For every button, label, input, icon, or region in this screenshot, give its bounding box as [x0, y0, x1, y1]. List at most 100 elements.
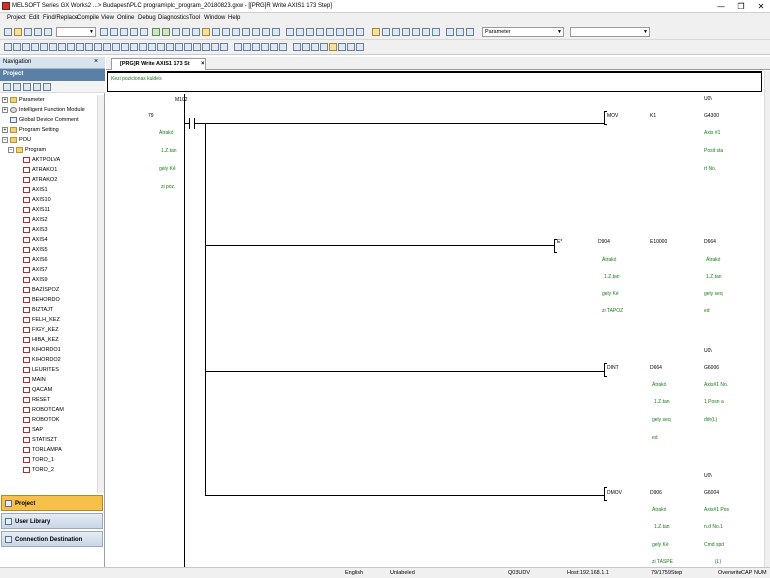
- menu-debug[interactable]: Debug: [138, 15, 156, 21]
- comment-icon[interactable]: [336, 28, 344, 36]
- tree-open-icon[interactable]: [13, 83, 21, 91]
- tree-copy-icon[interactable]: [23, 83, 31, 91]
- invert-icon[interactable]: [130, 43, 138, 51]
- find-instruction-icon[interactable]: [316, 28, 324, 36]
- tree-new-icon[interactable]: [3, 83, 11, 91]
- collapse-icon[interactable]: −: [2, 137, 8, 143]
- output-icon[interactable]: [392, 28, 400, 36]
- collapse-icon[interactable]: −: [8, 147, 14, 153]
- intelligent-icon[interactable]: [432, 28, 440, 36]
- device-use-icon[interactable]: [412, 28, 420, 36]
- rising-pulse-icon[interactable]: [94, 43, 102, 51]
- new-icon[interactable]: [4, 28, 12, 36]
- restore-button[interactable]: ❐: [734, 1, 748, 12]
- vertical-line-icon[interactable]: [67, 43, 75, 51]
- menu-online[interactable]: Online: [117, 15, 134, 21]
- menu-compile[interactable]: Compile: [77, 15, 99, 21]
- jump-icon[interactable]: [347, 43, 355, 51]
- device-list-icon[interactable]: [272, 28, 280, 36]
- element-list-icon[interactable]: [382, 28, 390, 36]
- monitor-icon[interactable]: [202, 28, 210, 36]
- cut-icon[interactable]: [100, 28, 108, 36]
- read-mode-icon[interactable]: [252, 43, 260, 51]
- delete-vertical-icon[interactable]: [85, 43, 93, 51]
- instr2-s2[interactable]: E10000: [650, 239, 667, 245]
- close-contact-icon[interactable]: [22, 43, 30, 51]
- toolbar-combo-left[interactable]: ▼: [56, 27, 96, 37]
- close-button[interactable]: ✕: [754, 1, 768, 12]
- ladder-editor[interactable]: Kezi pozicionas kuldes 79 M102 Átrakó 1.…: [106, 71, 764, 567]
- search-icon[interactable]: [338, 43, 346, 51]
- menu-view[interactable]: View: [101, 15, 114, 21]
- highlight-icon[interactable]: [329, 43, 337, 51]
- print-icon[interactable]: [34, 28, 42, 36]
- preview-icon[interactable]: [44, 28, 52, 36]
- monitor-mode-icon[interactable]: [270, 43, 278, 51]
- tree-collapse-icon[interactable]: [43, 83, 51, 91]
- nav-tab-connection-destination[interactable]: Connection Destination: [1, 531, 103, 547]
- compile-icon[interactable]: [152, 28, 160, 36]
- menu-find-replace[interactable]: Find/Replace: [43, 15, 78, 21]
- instr3-src[interactable]: D664: [650, 365, 662, 371]
- watch-icon[interactable]: [222, 28, 230, 36]
- parallel-rising-icon[interactable]: [112, 43, 120, 51]
- expand-icon[interactable]: +: [2, 97, 8, 103]
- menu-help[interactable]: Help: [228, 15, 240, 21]
- save-icon[interactable]: [24, 28, 32, 36]
- close-icon[interactable]: ×: [201, 59, 205, 70]
- parallel-falling-icon[interactable]: [121, 43, 129, 51]
- menu-edit[interactable]: Edit: [29, 15, 39, 21]
- menu-tool[interactable]: Tool: [189, 15, 200, 21]
- nav-tab-project[interactable]: Project: [1, 495, 103, 511]
- statement-edit-icon[interactable]: [220, 43, 228, 51]
- menu-project[interactable]: Project: [7, 15, 26, 21]
- diagnostics-icon[interactable]: [252, 28, 260, 36]
- edit-comment-icon[interactable]: [302, 43, 310, 51]
- parallel-open-contact-icon[interactable]: [13, 43, 21, 51]
- editor-scrollbar[interactable]: [764, 71, 770, 567]
- help-icon[interactable]: [456, 28, 464, 36]
- expand-icon[interactable]: +: [2, 127, 8, 133]
- monitor-stop-icon[interactable]: [212, 28, 220, 36]
- instr1-op[interactable]: MOV: [607, 113, 618, 119]
- minimize-button[interactable]: —: [714, 1, 728, 12]
- falling-pulse-icon[interactable]: [103, 43, 111, 51]
- draw-line-icon[interactable]: [157, 43, 165, 51]
- undo-icon[interactable]: [130, 28, 138, 36]
- monitor-write-icon[interactable]: [279, 43, 287, 51]
- note-display-icon[interactable]: [320, 43, 328, 51]
- cross-ref-icon[interactable]: [262, 28, 270, 36]
- bookmark-icon[interactable]: [356, 43, 364, 51]
- tab-program-editor[interactable]: [PRG]R Write AXIS1 173 St ×: [111, 58, 206, 70]
- bracket-icon[interactable]: [175, 43, 183, 51]
- delete-line-icon[interactable]: [76, 43, 84, 51]
- instr3-op[interactable]: DINT: [607, 365, 619, 371]
- device-batch-icon[interactable]: [232, 28, 240, 36]
- write-mode-icon[interactable]: [261, 43, 269, 51]
- device-comment-icon[interactable]: [293, 43, 301, 51]
- label-icon[interactable]: [211, 43, 219, 51]
- toolbar-combo-right[interactable]: ▼: [570, 27, 650, 37]
- erase-line-icon[interactable]: [166, 43, 174, 51]
- paste-icon[interactable]: [120, 28, 128, 36]
- find-icon[interactable]: [286, 28, 294, 36]
- instr4-dst[interactable]: G6004: [704, 490, 719, 496]
- statement-icon[interactable]: [346, 28, 354, 36]
- coil-icon[interactable]: [40, 43, 48, 51]
- simulation-icon[interactable]: [242, 28, 250, 36]
- function-icon[interactable]: [202, 43, 210, 51]
- zoom-in-icon[interactable]: [234, 43, 242, 51]
- statement-display-icon[interactable]: [311, 43, 319, 51]
- instr4-src[interactable]: D906: [650, 490, 662, 496]
- open-contact[interactable]: [185, 118, 199, 129]
- expand-icon[interactable]: +: [2, 107, 8, 113]
- instr2-op[interactable]: E*: [557, 239, 562, 245]
- redo-icon[interactable]: [140, 28, 148, 36]
- instruction-icon[interactable]: [49, 43, 57, 51]
- find-contact-icon[interactable]: [326, 28, 334, 36]
- instr1-dst[interactable]: G4300: [704, 113, 719, 119]
- copy-icon[interactable]: [110, 28, 118, 36]
- menu-diagnostics[interactable]: Diagnostics: [158, 15, 189, 21]
- rebuild-icon[interactable]: [162, 28, 170, 36]
- nav-tab-user-library[interactable]: User Library: [1, 513, 103, 529]
